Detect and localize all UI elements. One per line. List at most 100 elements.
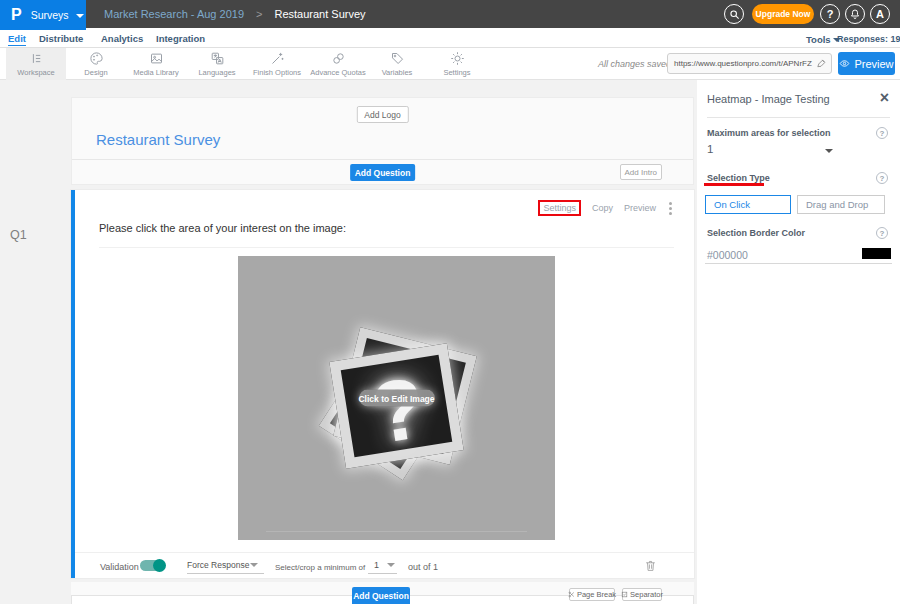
question-more-menu[interactable] xyxy=(669,202,672,215)
add-question-button-bottom[interactable]: Add Question xyxy=(352,587,410,604)
chevron-down-icon xyxy=(76,14,84,18)
toolbar-item-label: Languages xyxy=(198,68,235,77)
border-color-help-icon[interactable]: ? xyxy=(876,227,888,239)
toolbar-item-label: Finish Options xyxy=(253,68,301,77)
minimum-select-caret-icon xyxy=(387,563,395,567)
validation-toggle[interactable] xyxy=(140,560,165,571)
panel-close-button[interactable]: × xyxy=(880,90,889,106)
toolbar-item-settings[interactable]: Settings xyxy=(427,48,487,80)
breadcrumb: Market Research - Aug 2019 > Restaurant … xyxy=(104,0,366,28)
checkbox-icon xyxy=(621,591,628,598)
question-text-underline xyxy=(99,247,674,248)
delete-question-button[interactable] xyxy=(644,558,657,575)
app-root: Market Research - Aug 2019 > Restaurant … xyxy=(0,0,900,604)
minimum-select-dropdown[interactable]: 1 xyxy=(368,560,397,574)
toolbar-item-finish-options[interactable]: Finish Options xyxy=(247,48,307,80)
validation-row: Validation Force Response Select/crop a … xyxy=(75,552,694,578)
media-library-icon xyxy=(149,51,164,66)
force-response-caret-icon xyxy=(250,563,258,567)
edit-url-icon[interactable] xyxy=(816,58,827,69)
toolbar-item-languages[interactable]: Languages xyxy=(187,48,247,80)
max-areas-help-icon[interactable]: ? xyxy=(876,127,888,139)
breadcrumb-parent[interactable]: Market Research - Aug 2019 xyxy=(104,8,244,20)
product-name: Surveys xyxy=(31,9,69,21)
toolbar-item-label: Advance Quotas xyxy=(310,68,365,77)
survey-header-card: Add Logo Restaurant Survey Add Question … xyxy=(71,97,694,185)
page-break-button[interactable]: Page Break xyxy=(569,588,615,601)
toolbar-item-advance-quotas[interactable]: Advance Quotas xyxy=(308,48,368,80)
toolbar-item-label: Design xyxy=(84,68,107,77)
languages-icon xyxy=(210,51,225,66)
bell-icon xyxy=(849,8,861,20)
scissors-icon xyxy=(568,591,575,598)
toolbar-item-design[interactable]: Design xyxy=(66,48,126,80)
selection-type-help-icon[interactable]: ? xyxy=(876,172,888,184)
add-logo-button[interactable]: Add Logo xyxy=(356,106,408,123)
question-settings-button[interactable]: Settings xyxy=(538,200,581,216)
heatmap-image-placeholder[interactable]: ? Click to Edit Image xyxy=(238,256,555,540)
border-color-value[interactable]: #000000 xyxy=(707,249,748,261)
search-button[interactable] xyxy=(724,4,744,24)
toolbar-item-label: Media Library xyxy=(133,68,178,77)
question-settings-panel: Heatmap - Image Testing × Maximum areas … xyxy=(697,80,900,604)
survey-divider xyxy=(72,159,693,160)
page-break-label: Page Break xyxy=(577,590,616,599)
tools-label: Tools xyxy=(806,34,831,45)
drag-and-drop-option[interactable]: Drag and Drop xyxy=(797,195,885,214)
max-areas-dropdown[interactable]: 1 xyxy=(707,143,713,155)
separator-label: Separator xyxy=(630,590,663,599)
toolbar-item-variables[interactable]: Variables xyxy=(367,48,427,80)
out-of-label: out of 1 xyxy=(408,562,438,572)
border-color-label: Selection Border Color xyxy=(707,228,805,238)
add-intro-button[interactable]: Add Intro xyxy=(620,164,662,180)
questionpro-logo: P xyxy=(11,6,22,24)
notifications-button[interactable] xyxy=(845,4,865,24)
tools-menu[interactable]: Tools xyxy=(806,34,841,45)
help-button[interactable]: ? xyxy=(820,4,840,24)
top-navbar: Market Research - Aug 2019 > Restaurant … xyxy=(0,0,900,28)
survey-title[interactable]: Restaurant Survey xyxy=(96,131,220,148)
survey-url-field[interactable]: https://www.questionpro.com/t/APNrFZ xyxy=(667,53,832,74)
toolbar-item-label: Workspace xyxy=(17,68,54,77)
separator-button[interactable]: Separator xyxy=(622,588,662,601)
panel-title: Heatmap - Image Testing xyxy=(707,93,830,105)
question-preview-button[interactable]: Preview xyxy=(624,203,656,213)
help-icon: ? xyxy=(827,8,834,20)
tab-distribute[interactable]: Distribute xyxy=(39,33,83,44)
force-response-dropdown[interactable]: Force Response xyxy=(187,560,264,574)
question-copy-button[interactable]: Copy xyxy=(592,203,613,213)
max-areas-caret-icon xyxy=(825,149,833,153)
minimum-select-label: Select/crop a minimum of xyxy=(275,563,365,572)
validation-label: Validation xyxy=(100,562,139,572)
toggle-knob xyxy=(153,559,166,572)
upgrade-now-button[interactable]: Upgrade Now xyxy=(752,4,814,24)
section-tabs: Edit Distribute Analytics Integration To… xyxy=(0,28,900,48)
eye-icon xyxy=(839,58,850,69)
click-to-edit-image-button[interactable]: Click to Edit Image xyxy=(359,390,435,407)
preview-button[interactable]: Preview xyxy=(838,52,895,75)
design-icon xyxy=(89,51,104,66)
brand-menu[interactable]: P Surveys xyxy=(0,0,86,30)
search-icon xyxy=(729,9,740,20)
selection-type-label: Selection Type xyxy=(707,173,770,183)
toolbar-item-label: Variables xyxy=(382,68,413,77)
save-status: All changes saved xyxy=(598,59,671,69)
selection-type-red-underline xyxy=(704,183,764,186)
tab-integration[interactable]: Integration xyxy=(156,33,205,44)
question-text[interactable]: Please click the area of your interest o… xyxy=(99,222,346,234)
add-question-button-top[interactable]: Add Question xyxy=(350,164,416,181)
toolbar-item-media-library[interactable]: Media Library xyxy=(126,48,186,80)
border-color-swatch[interactable] xyxy=(862,248,891,259)
tab-analytics[interactable]: Analytics xyxy=(101,33,143,44)
breadcrumb-current: Restaurant Survey xyxy=(274,8,365,20)
trash-icon xyxy=(644,558,657,573)
avatar-initial: A xyxy=(876,8,884,20)
avatar[interactable]: A xyxy=(870,4,890,24)
tab-edit[interactable]: Edit xyxy=(8,33,26,46)
toolbar-item-workspace[interactable]: Workspace xyxy=(6,48,66,80)
survey-url-value: https://www.questionpro.com/t/APNrFZ xyxy=(668,59,812,68)
responses-count[interactable]: Responses: 19 xyxy=(837,34,900,44)
advance-quotas-icon xyxy=(331,51,346,66)
on-click-option[interactable]: On Click xyxy=(705,195,791,214)
minimum-select-value: 1 xyxy=(374,560,379,570)
